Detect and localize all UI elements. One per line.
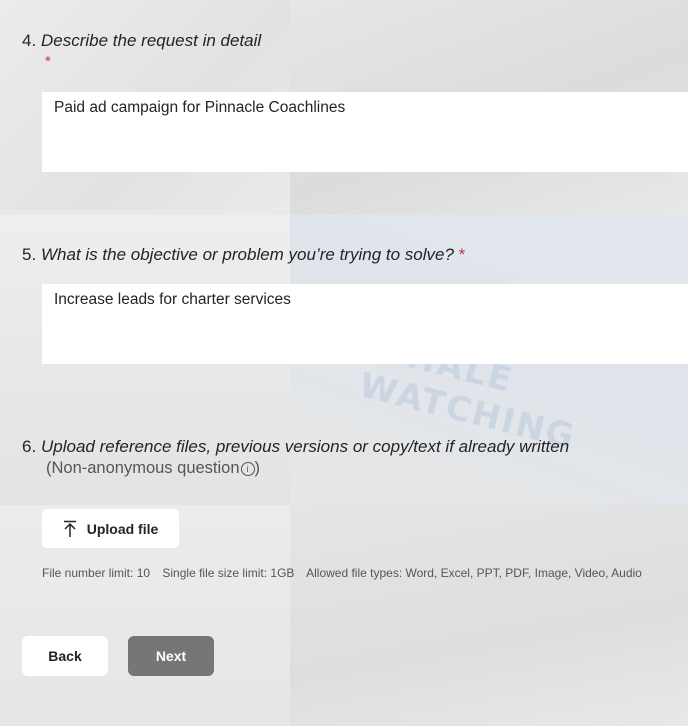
upload-limits: File number limit: 10 Single file size l… xyxy=(42,566,651,580)
background-tile xyxy=(290,505,688,726)
question-6-title: Upload reference files, previous version… xyxy=(41,437,570,456)
non-anonymous-note-close: ) xyxy=(254,459,261,477)
question-4-number: 4. xyxy=(22,31,37,50)
non-anonymous-note-text: (Non-anonymous question xyxy=(46,459,240,477)
info-icon[interactable]: i xyxy=(240,462,255,476)
question-5-title-text: What is the objective or problem you’re … xyxy=(41,245,454,264)
question-5-title: What is the objective or problem you’re … xyxy=(41,245,465,265)
upload-file-label: Upload file xyxy=(86,520,159,537)
question-6-number: 6. xyxy=(22,437,37,456)
file-number-limit: File number limit: 10 xyxy=(42,566,151,580)
question-4-required-mark: * xyxy=(45,53,51,70)
upload-file-button[interactable]: Upload file xyxy=(42,509,179,548)
question-5-number: 5. xyxy=(22,245,37,264)
question-4-title: Describe the request in detail xyxy=(41,31,262,50)
next-button[interactable]: Next xyxy=(128,636,214,676)
non-anonymous-note: (Non-anonymous question i) xyxy=(46,459,260,478)
allowed-file-types: Allowed file types: Word, Excel, PPT, PD… xyxy=(306,566,642,580)
question-5-required-mark: * xyxy=(458,245,466,264)
question-4-answer-field[interactable]: Paid ad campaign for Pinnacle Coachlines xyxy=(42,92,688,172)
file-size-limit: Single file size limit: 1GB xyxy=(162,566,295,580)
back-button[interactable]: Back xyxy=(22,636,108,676)
upload-arrow-icon xyxy=(63,520,77,538)
question-5-answer-field[interactable]: Increase leads for charter services xyxy=(42,284,688,364)
